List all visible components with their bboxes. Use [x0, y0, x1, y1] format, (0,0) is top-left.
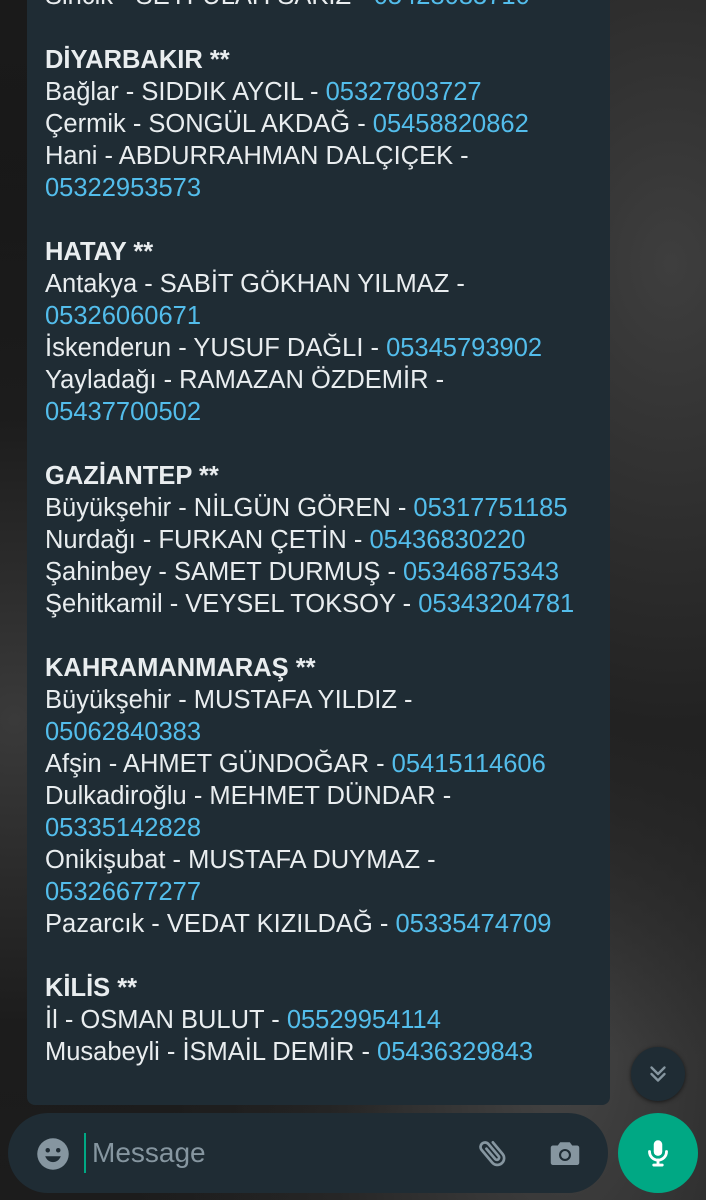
- phone-link[interactable]: 05335142828: [45, 814, 201, 842]
- province-heading: DİYARBAKIR **: [45, 46, 230, 74]
- contact-line: 05322953573: [45, 172, 600, 204]
- contact-line: İskenderun - YUSUF DAĞLI - 05345793902: [45, 332, 600, 364]
- double-chevron-down-icon: [650, 1066, 666, 1082]
- group-gap: [45, 428, 600, 460]
- contact-text: Büyükşehir - NİLGÜN GÖREN -: [45, 494, 414, 522]
- province-heading: GAZİANTEP **: [45, 462, 219, 490]
- group-gap: [45, 620, 600, 652]
- phone-link[interactable]: 05436329843: [377, 1038, 533, 1066]
- contact-text: Afşin - AHMET GÜNDOĞAR -: [45, 750, 392, 778]
- phone-link[interactable]: 05458820862: [373, 110, 529, 138]
- contact-text: Büyükşehir - MUSTAFA YILDIZ -: [45, 686, 413, 714]
- contact-text: Nurdağı - FURKAN ÇETİN -: [45, 526, 370, 554]
- contact-text: Şehitkamil - VEYSEL TOKSOY -: [45, 590, 419, 618]
- contact-line: 05326677277: [45, 876, 600, 908]
- contact-line: Şahinbey - SAMET DURMUŞ - 05346875343: [45, 556, 600, 588]
- group-gap: [45, 940, 600, 972]
- contact-line: İl - OSMAN BULUT - 05529954114: [45, 1004, 600, 1036]
- contact-text: Pazarcık - VEDAT KIZILDAĞ -: [45, 910, 396, 938]
- phone-link[interactable]: 05415114606: [392, 750, 546, 778]
- contact-line: Büyükşehir - NİLGÜN GÖREN - 05317751185: [45, 492, 600, 524]
- contact-line: 05335142828: [45, 812, 600, 844]
- contact-text: Şahinbey - SAMET DURMUŞ -: [45, 558, 404, 586]
- group-gap: [45, 204, 600, 236]
- contact-line: 05437700502: [45, 396, 600, 428]
- contact-text: Bağlar - SIDDIK AYCIL -: [45, 78, 326, 106]
- contact-line: Musabeyli - İSMAİL DEMİR - 05436329843: [45, 1036, 600, 1068]
- province-heading: KİLİS **: [45, 974, 138, 1002]
- contact-line: Yayladağı - RAMAZAN ÖZDEMİR -: [45, 364, 600, 396]
- contact-line: Onikişubat - MUSTAFA DUYMAZ -: [45, 844, 600, 876]
- contact-text: Çermik - SONGÜL AKDAĞ -: [45, 110, 373, 138]
- contact-text: Dulkadiroğlu - MEHMET DÜNDAR -: [45, 782, 452, 810]
- text-cursor: [84, 1133, 86, 1173]
- contact-text: Musabeyli - İSMAİL DEMİR -: [45, 1038, 378, 1066]
- contact-text: Sincik - SEYFULAH SAKIZ -: [45, 0, 374, 10]
- emoji-icon[interactable]: [35, 1136, 71, 1177]
- contact-line: Bağlar - SIDDIK AYCIL - 05327803727: [45, 76, 600, 108]
- phone-link[interactable]: 05317751185: [413, 494, 567, 522]
- contact-line: Antakya - SABİT GÖKHAN YILMAZ -: [45, 268, 600, 300]
- phone-link[interactable]: 05327803727: [326, 78, 482, 106]
- group-gap: [45, 12, 600, 44]
- phone-link[interactable]: 05428085710: [374, 0, 530, 10]
- message-composer: [8, 1113, 608, 1193]
- phone-link[interactable]: 05326677277: [45, 878, 201, 906]
- contact-text: Onikişubat - MUSTAFA DUYMAZ -: [45, 846, 436, 874]
- contact-text: Yayladağı - RAMAZAN ÖZDEMİR -: [45, 366, 445, 394]
- phone-link[interactable]: 05437700502: [45, 398, 201, 426]
- contact-line: Çermik - SONGÜL AKDAĞ - 05458820862: [45, 108, 600, 140]
- phone-link[interactable]: 05343204781: [418, 590, 574, 618]
- scroll-to-bottom-button[interactable]: [631, 1047, 685, 1101]
- contact-line: Pazarcık - VEDAT KIZILDAĞ - 05335474709: [45, 908, 600, 940]
- phone-link[interactable]: 05529954114: [287, 1006, 441, 1034]
- province-heading: HATAY **: [45, 238, 154, 266]
- voice-message-button[interactable]: [618, 1113, 698, 1193]
- phone-link[interactable]: 05326060671: [45, 302, 201, 330]
- phone-link[interactable]: 05345793902: [386, 334, 542, 362]
- phone-link[interactable]: 05062840383: [45, 718, 201, 746]
- contact-text: İskenderun - YUSUF DAĞLI -: [45, 334, 387, 362]
- contact-line: Afşin - AHMET GÜNDOĞAR - 05415114606: [45, 748, 600, 780]
- contact-line: Hani - ABDURRAHMAN DALÇIÇEK -: [45, 140, 600, 172]
- message-input[interactable]: [92, 1133, 452, 1173]
- contact-text: Hani - ABDURRAHMAN DALÇIÇEK -: [45, 142, 469, 170]
- contact-text: Antakya - SABİT GÖKHAN YILMAZ -: [45, 270, 465, 298]
- phone-link[interactable]: 05322953573: [45, 174, 201, 202]
- contact-line: 05062840383: [45, 716, 600, 748]
- contact-line: Büyükşehir - MUSTAFA YILDIZ -: [45, 684, 600, 716]
- paperclip-icon[interactable]: [475, 1135, 511, 1176]
- message-bubble[interactable]: Sincik - SEYFULAH SAKIZ - 05428085710 DİY…: [27, 0, 610, 1105]
- message-text: Sincik - SEYFULAH SAKIZ - 05428085710 DİY…: [45, 0, 600, 1068]
- contact-line: Şehitkamil - VEYSEL TOKSOY - 05343204781: [45, 588, 600, 620]
- camera-icon[interactable]: [547, 1135, 583, 1176]
- contact-line: Sincik - SEYFULAH SAKIZ - 05428085710: [45, 0, 600, 12]
- contact-line: 05326060671: [45, 300, 600, 332]
- contact-text: İl - OSMAN BULUT -: [45, 1006, 287, 1034]
- contact-line: Dulkadiroğlu - MEHMET DÜNDAR -: [45, 780, 600, 812]
- province-heading: KAHRAMANMARAŞ **: [45, 654, 316, 682]
- contact-line: Nurdağı - FURKAN ÇETİN - 05436830220: [45, 524, 600, 556]
- phone-link[interactable]: 05436830220: [369, 526, 525, 554]
- microphone-icon: [648, 1140, 668, 1167]
- phone-link[interactable]: 05346875343: [403, 558, 559, 586]
- phone-link[interactable]: 05335474709: [395, 910, 551, 938]
